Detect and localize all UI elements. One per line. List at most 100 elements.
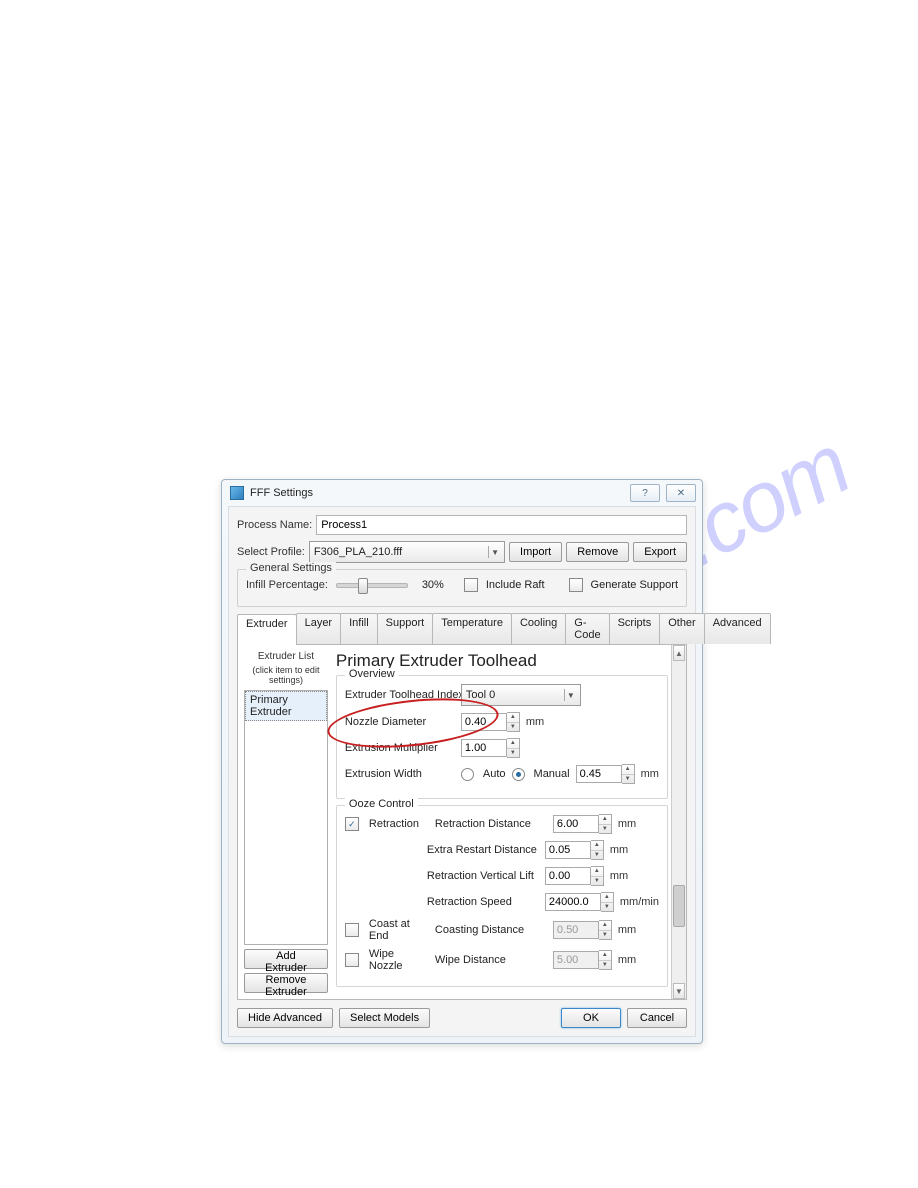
toolhead-index-select[interactable]: Tool 0 ▼	[461, 684, 581, 706]
tab-cooling[interactable]: Cooling	[511, 613, 566, 644]
infill-value: 30%	[412, 579, 444, 591]
coasting-distance-label: Coasting Distance	[435, 924, 547, 936]
cancel-button[interactable]: Cancel	[627, 1008, 687, 1028]
remove-extruder-button[interactable]: Remove Extruder	[244, 973, 328, 993]
wipe-distance-label: Wipe Distance	[435, 954, 547, 966]
ooze-control-group: Ooze Control ✓ Retraction Retraction Dis…	[336, 805, 668, 987]
import-button[interactable]: Import	[509, 542, 562, 562]
wipe-checkbox[interactable]	[345, 953, 359, 967]
help-button[interactable]: ?	[630, 484, 660, 502]
panel-scrollbar[interactable]: ▲ ▼	[671, 645, 686, 999]
profile-value: F306_PLA_210.fff	[314, 546, 402, 558]
ooze-title: Ooze Control	[345, 798, 418, 810]
extrusion-width-spinner[interactable]: ▲▼	[576, 764, 635, 784]
remove-profile-button[interactable]: Remove	[566, 542, 629, 562]
process-name-input[interactable]	[316, 515, 687, 535]
fff-settings-dialog: FFF Settings ? ✕ Process Name: Select Pr…	[221, 479, 703, 1044]
nozzle-diameter-spinner[interactable]: ▲▼	[461, 712, 520, 732]
retraction-distance-label: Retraction Distance	[435, 818, 547, 830]
wipe-label: Wipe Nozzle	[369, 948, 429, 972]
process-name-label: Process Name:	[237, 519, 312, 531]
generate-support-label: Generate Support	[591, 579, 678, 591]
mm-unit: mm	[618, 818, 636, 830]
slider-thumb[interactable]	[358, 578, 368, 594]
tab-advanced[interactable]: Advanced	[704, 613, 771, 644]
coast-label: Coast at End	[369, 918, 429, 942]
tab-scripts[interactable]: Scripts	[609, 613, 661, 644]
list-item[interactable]: Primary Extruder	[245, 691, 327, 721]
scroll-down-icon[interactable]: ▼	[673, 983, 685, 999]
extra-restart-label: Extra Restart Distance	[427, 844, 539, 856]
titlebar: FFF Settings ? ✕	[222, 480, 702, 506]
extrusion-width-label: Extrusion Width	[345, 768, 455, 780]
vertical-lift-input[interactable]	[545, 867, 591, 885]
generate-support-checkbox[interactable]	[569, 578, 583, 592]
export-button[interactable]: Export	[633, 542, 687, 562]
scroll-up-icon[interactable]: ▲	[673, 645, 685, 661]
extrusion-multiplier-input[interactable]	[461, 739, 507, 757]
mm-unit: mm	[610, 844, 628, 856]
extruder-list-hint: (click item to edit settings)	[244, 666, 328, 686]
extra-restart-input[interactable]	[545, 841, 591, 859]
close-button[interactable]: ✕	[666, 484, 696, 502]
toolhead-index-value: Tool 0	[466, 689, 495, 701]
width-auto-label: Auto	[483, 768, 506, 780]
nozzle-diameter-input[interactable]	[461, 713, 507, 731]
retraction-speed-label: Retraction Speed	[427, 896, 539, 908]
include-raft-label: Include Raft	[486, 579, 545, 591]
tab-support[interactable]: Support	[377, 613, 434, 644]
profile-select[interactable]: F306_PLA_210.fff ▼	[309, 541, 505, 563]
wipe-distance-spinner[interactable]: ▲▼	[553, 950, 612, 970]
tab-temperature[interactable]: Temperature	[432, 613, 512, 644]
add-extruder-button[interactable]: Add Extruder	[244, 949, 328, 969]
hide-advanced-button[interactable]: Hide Advanced	[237, 1008, 333, 1028]
mm-unit: mm	[610, 870, 628, 882]
retraction-distance-input[interactable]	[553, 815, 599, 833]
width-unit: mm	[641, 768, 659, 780]
retraction-speed-spinner[interactable]: ▲▼	[545, 892, 614, 912]
vertical-lift-label: Retraction Vertical Lift	[427, 870, 539, 882]
retraction-label: Retraction	[369, 818, 429, 830]
mmmin-unit: mm/min	[620, 896, 659, 908]
vertical-lift-spinner[interactable]: ▲▼	[545, 866, 604, 886]
coast-checkbox[interactable]	[345, 923, 359, 937]
extrusion-multiplier-label: Extrusion Multiplier	[345, 742, 455, 754]
select-models-button[interactable]: Select Models	[339, 1008, 430, 1028]
extra-restart-spinner[interactable]: ▲▼	[545, 840, 604, 860]
extruder-list-title: Extruder List	[244, 651, 328, 662]
extrusion-multiplier-spinner[interactable]: ▲▼	[461, 738, 520, 758]
retraction-distance-spinner[interactable]: ▲▼	[553, 814, 612, 834]
include-raft-checkbox[interactable]	[464, 578, 478, 592]
nozzle-diameter-label: Nozzle Diameter	[345, 716, 455, 728]
infill-slider[interactable]	[336, 583, 408, 588]
tab-gcode[interactable]: G-Code	[565, 613, 609, 644]
scrollbar-thumb[interactable]	[673, 885, 685, 927]
chevron-down-icon: ▼	[564, 689, 577, 701]
mm-unit: mm	[618, 954, 636, 966]
chevron-down-icon: ▼	[488, 546, 501, 558]
coasting-distance-input	[553, 921, 599, 939]
ok-button[interactable]: OK	[561, 1008, 621, 1028]
overview-title: Overview	[345, 668, 399, 680]
app-icon	[230, 486, 244, 500]
tab-layer[interactable]: Layer	[296, 613, 342, 644]
tab-extruder[interactable]: Extruder	[237, 614, 297, 645]
coasting-distance-spinner[interactable]: ▲▼	[553, 920, 612, 940]
overview-group: Overview Extruder Toolhead Index Tool 0 …	[336, 675, 668, 799]
width-manual-radio[interactable]	[512, 768, 525, 781]
extrusion-width-input[interactable]	[576, 765, 622, 783]
select-profile-label: Select Profile:	[237, 546, 305, 558]
tabs: Extruder Layer Infill Support Temperatur…	[237, 613, 687, 645]
tab-other[interactable]: Other	[659, 613, 705, 644]
toolhead-index-label: Extruder Toolhead Index	[345, 689, 455, 701]
retraction-checkbox[interactable]: ✓	[345, 817, 359, 831]
width-auto-radio[interactable]	[461, 768, 474, 781]
width-manual-label: Manual	[534, 768, 570, 780]
general-settings-group: General Settings Infill Percentage: 30% …	[237, 569, 687, 607]
mm-unit: mm	[618, 924, 636, 936]
nozzle-unit: mm	[526, 716, 544, 728]
retraction-speed-input[interactable]	[545, 893, 601, 911]
tab-infill[interactable]: Infill	[340, 613, 378, 644]
general-settings-title: General Settings	[246, 562, 336, 574]
extruder-listbox[interactable]: Primary Extruder	[244, 690, 328, 945]
